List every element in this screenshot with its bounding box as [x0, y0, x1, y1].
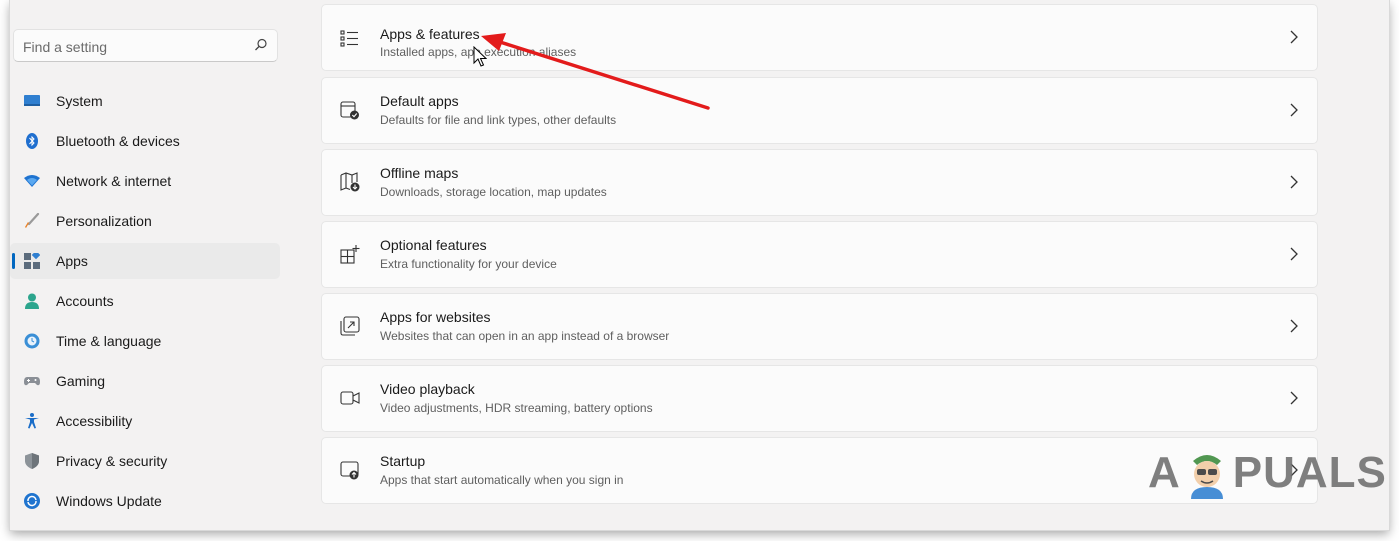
card-subtitle: Defaults for file and link types, other … [380, 113, 617, 127]
map-icon [340, 172, 360, 192]
card-title: Video playback [380, 381, 475, 397]
sidebar-item-label: Network & internet [56, 173, 172, 189]
default-apps-icon [340, 101, 359, 120]
sidebar-item-label: Gaming [56, 373, 106, 389]
update-icon [24, 493, 40, 509]
chevron-right-icon [1290, 391, 1298, 405]
card-subtitle: Video adjustments, HDR streaming, batter… [380, 401, 653, 415]
card-subtitle: Downloads, storage location, map updates [380, 185, 607, 199]
sidebar-item-personalization[interactable]: Personalization [10, 203, 280, 239]
sidebar-item-accounts[interactable]: Accounts [10, 283, 280, 319]
card-default-apps[interactable]: Default apps Defaults for file and link … [321, 77, 1318, 144]
bluetooth-icon [26, 133, 38, 149]
card-title: Apps & features [380, 26, 480, 42]
sidebar-item-label: Apps [56, 253, 88, 269]
card-title: Optional features [380, 237, 487, 253]
sidebar-item-label: System [56, 93, 103, 109]
card-title: Offline maps [380, 165, 459, 181]
chevron-right-icon [1290, 319, 1298, 333]
sidebar-item-label: Bluetooth & devices [56, 133, 180, 149]
card-optional-features[interactable]: Optional features Extra functionality fo… [321, 221, 1318, 288]
sidebar-item-label: Privacy & security [56, 453, 168, 469]
sidebar-item-windows-update[interactable]: Windows Update [10, 483, 280, 519]
sidebar-item-label: Accessibility [56, 413, 133, 429]
list-icon [340, 30, 358, 47]
sidebar-item-bluetooth[interactable]: Bluetooth & devices [10, 123, 280, 159]
search-input[interactable] [14, 30, 255, 63]
sidebar-item-label: Time & language [56, 333, 162, 349]
mouse-cursor-icon [473, 46, 487, 67]
brush-icon [25, 213, 40, 228]
gamepad-icon [24, 377, 40, 386]
card-video-playback[interactable]: Video playback Video adjustments, HDR st… [321, 365, 1318, 432]
startup-icon [340, 461, 359, 480]
card-title: Apps for websites [380, 309, 491, 325]
card-apps-for-websites[interactable]: Apps for websites Websites that can open… [321, 293, 1318, 360]
card-offline-maps[interactable]: Offline maps Downloads, storage location… [321, 149, 1318, 216]
card-subtitle: Websites that can open in an app instead… [380, 329, 670, 343]
watermark-text-right: PUALS [1232, 448, 1387, 497]
sidebar-item-system[interactable]: System [10, 83, 280, 119]
sidebar-item-accessibility[interactable]: Accessibility [10, 403, 280, 439]
shield-icon [25, 453, 39, 469]
sidebar-nav: System Bluetooth & devices Network & int… [10, 83, 280, 523]
chevron-right-icon [1290, 103, 1298, 117]
wifi-icon [24, 175, 40, 187]
sidebar-item-label: Windows Update [56, 493, 162, 509]
search-icon[interactable] [254, 38, 268, 52]
card-subtitle: Extra functionality for your device [380, 257, 557, 271]
monitor-icon [24, 95, 40, 106]
sidebar-item-network[interactable]: Network & internet [10, 163, 280, 199]
chevron-right-icon [1290, 175, 1298, 189]
person-icon [25, 293, 39, 309]
chevron-right-icon [1290, 30, 1298, 44]
appuals-watermark: A PUALS [1148, 447, 1387, 499]
chevron-right-icon [1290, 247, 1298, 261]
accessibility-icon [25, 413, 39, 429]
sidebar-item-label: Personalization [56, 213, 152, 229]
card-apps-features[interactable]: Apps & features Installed apps, app exec… [321, 4, 1318, 71]
sidebar-item-privacy-security[interactable]: Privacy & security [10, 443, 280, 479]
sidebar-item-label: Accounts [56, 293, 114, 309]
add-grid-icon [340, 245, 360, 264]
card-title: Default apps [380, 93, 459, 109]
sidebar-item-time-language[interactable]: Time & language [10, 323, 280, 359]
open-in-app-icon [340, 316, 360, 336]
apps-icon [24, 253, 40, 269]
card-title: Startup [380, 453, 426, 469]
clock-globe-icon [24, 333, 40, 349]
video-camera-icon [340, 391, 360, 405]
watermark-text-left: A [1148, 448, 1181, 497]
sidebar-item-gaming[interactable]: Gaming [10, 363, 280, 399]
search-box[interactable] [13, 29, 278, 63]
card-subtitle: Apps that start automatically when you s… [380, 473, 624, 487]
mascot-logo-icon [1190, 455, 1223, 499]
active-indicator [12, 253, 15, 269]
sidebar-item-apps[interactable]: Apps [10, 243, 280, 279]
